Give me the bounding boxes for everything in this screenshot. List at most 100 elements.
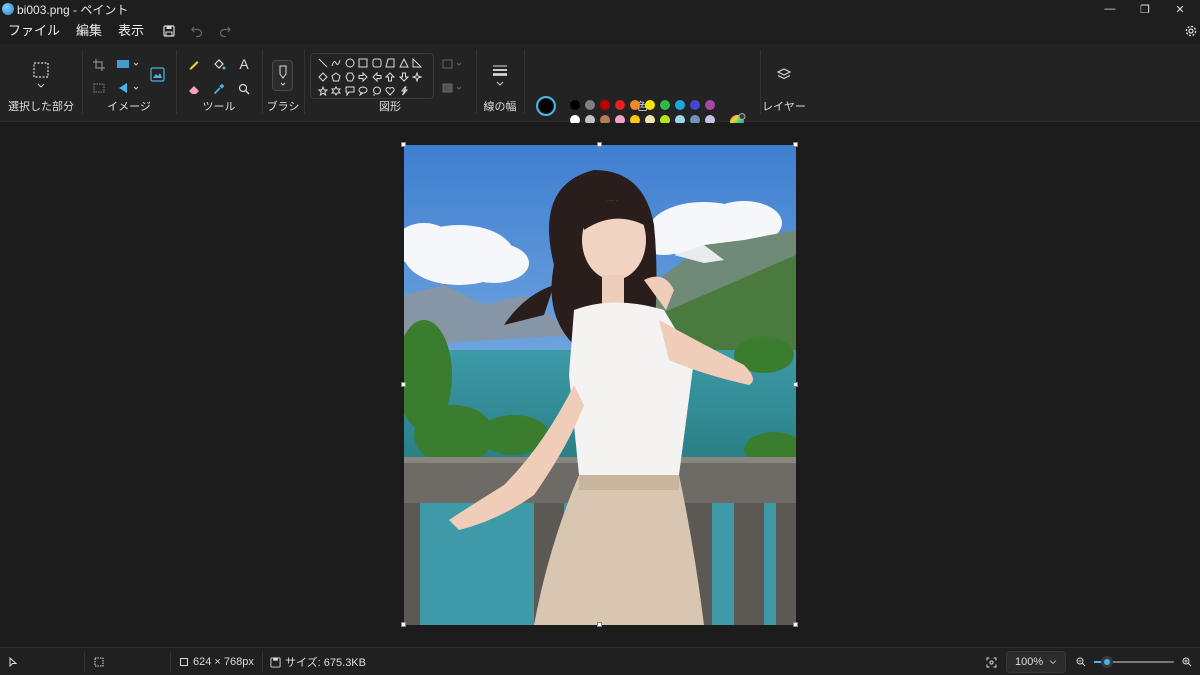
resize-handle-bottom-left[interactable] bbox=[401, 622, 406, 627]
shape-five-point-star[interactable] bbox=[316, 84, 330, 98]
brush-group: ブラシ bbox=[263, 44, 303, 122]
shape-down-arrow[interactable] bbox=[397, 70, 411, 84]
color-swatch[interactable] bbox=[585, 100, 595, 110]
shape-triangle[interactable] bbox=[397, 56, 411, 70]
save-button[interactable] bbox=[158, 20, 180, 42]
zoom-level-dropdown[interactable]: 100% bbox=[1006, 651, 1066, 673]
shape-grid bbox=[316, 56, 424, 98]
layers-button[interactable] bbox=[775, 66, 793, 84]
close-button[interactable]: ✕ bbox=[1162, 0, 1198, 18]
color-swatch[interactable] bbox=[645, 100, 655, 110]
zoom-out-icon bbox=[1076, 657, 1086, 667]
zoom-in-icon bbox=[1182, 657, 1192, 667]
undo-button[interactable] bbox=[186, 20, 208, 42]
rounded-callout-icon bbox=[345, 86, 355, 96]
restore-button[interactable]: ❐ bbox=[1127, 0, 1163, 18]
shape-line[interactable] bbox=[316, 56, 330, 70]
menu-file[interactable]: ファイル bbox=[0, 18, 68, 44]
right-triangle-icon bbox=[412, 58, 423, 68]
shape-up-arrow[interactable] bbox=[384, 70, 398, 84]
hexagon-icon bbox=[345, 72, 355, 82]
zoom-in-button[interactable] bbox=[1182, 648, 1192, 675]
shape-six-point-star[interactable] bbox=[330, 84, 344, 98]
resize-handle-bottom[interactable] bbox=[597, 622, 602, 627]
cursor-position bbox=[8, 648, 18, 675]
primary-color-button[interactable] bbox=[536, 96, 556, 116]
cloud-callout-icon bbox=[372, 86, 381, 96]
drawing-canvas[interactable] bbox=[404, 145, 796, 625]
color-swatch[interactable] bbox=[660, 100, 670, 110]
minimize-icon: — bbox=[1104, 3, 1116, 15]
shape-curve[interactable] bbox=[330, 56, 344, 70]
shape-fill-button[interactable] bbox=[442, 81, 464, 95]
settings-button[interactable] bbox=[1180, 20, 1200, 42]
color-swatch[interactable] bbox=[675, 100, 685, 110]
magnifier-button[interactable] bbox=[236, 81, 252, 97]
color-swatch[interactable] bbox=[690, 100, 700, 110]
redo-button[interactable] bbox=[214, 20, 236, 42]
eraser-tool-button[interactable] bbox=[186, 81, 202, 97]
shape-hexagon[interactable] bbox=[343, 70, 357, 84]
background-removal-button[interactable] bbox=[92, 81, 106, 95]
fit-to-window-button[interactable] bbox=[986, 648, 997, 675]
zoom-out-button[interactable] bbox=[1076, 648, 1086, 675]
menu-view[interactable]: 表示 bbox=[110, 18, 152, 44]
color-swatch[interactable] bbox=[615, 100, 625, 110]
ribbon-toolbar: 選択した部分 イメージ A ツール ブラシ 図形 線の幅 色 レイヤー bbox=[0, 44, 1200, 140]
color-swatch[interactable] bbox=[630, 100, 640, 110]
shape-outline-icon bbox=[442, 59, 462, 69]
menu-edit[interactable]: 編集 bbox=[68, 18, 110, 44]
color-swatch[interactable] bbox=[570, 100, 580, 110]
text-tool-button[interactable]: A bbox=[236, 55, 252, 73]
paint-app-icon bbox=[2, 3, 14, 15]
right-arrow-icon bbox=[358, 72, 368, 82]
redo-icon bbox=[219, 26, 231, 37]
select-button[interactable] bbox=[30, 60, 52, 90]
shape-pentagon[interactable] bbox=[330, 70, 344, 84]
shape-cloud-callout[interactable] bbox=[370, 84, 384, 98]
image-edit-button[interactable] bbox=[149, 66, 165, 82]
five-point-star-icon bbox=[317, 86, 328, 96]
rotate-button[interactable] bbox=[115, 81, 141, 95]
selection-size bbox=[94, 648, 104, 675]
resize-handle-bottom-right[interactable] bbox=[793, 622, 798, 627]
fill-tool-button[interactable] bbox=[211, 56, 227, 72]
resize-handle-top[interactable] bbox=[597, 142, 602, 147]
layers-icon bbox=[776, 68, 792, 80]
shapes-group-label: 図形 bbox=[379, 101, 401, 113]
color-picker-button[interactable] bbox=[211, 81, 227, 97]
shape-rounded-rectangle[interactable] bbox=[370, 56, 384, 70]
pencil-tool-button[interactable] bbox=[186, 56, 202, 72]
resize-button[interactable] bbox=[115, 57, 141, 71]
shape-right-arrow[interactable] bbox=[357, 70, 371, 84]
stroke-width-button[interactable] bbox=[489, 62, 511, 88]
resize-handle-top-left[interactable] bbox=[401, 142, 406, 147]
canvas-dimensions: 624 × 768px bbox=[179, 648, 254, 675]
color-swatch[interactable] bbox=[705, 100, 715, 110]
minimize-button[interactable]: — bbox=[1092, 0, 1128, 18]
shape-left-arrow[interactable] bbox=[370, 70, 384, 84]
shape-outline-button[interactable] bbox=[442, 57, 464, 71]
layers-group-label: レイヤー bbox=[762, 101, 806, 113]
shape-right-triangle[interactable] bbox=[411, 56, 425, 70]
crop-button[interactable] bbox=[92, 58, 106, 72]
resize-handle-right[interactable] bbox=[793, 382, 798, 387]
brush-button[interactable] bbox=[272, 60, 293, 91]
line-icon bbox=[318, 58, 328, 68]
shape-oval[interactable] bbox=[343, 56, 357, 70]
triangle-icon bbox=[398, 58, 409, 68]
shape-rounded-callout[interactable] bbox=[343, 84, 357, 98]
zoom-slider-thumb[interactable] bbox=[1100, 656, 1113, 668]
resize-handle-top-right[interactable] bbox=[793, 142, 798, 147]
shape-oval-callout[interactable] bbox=[357, 84, 371, 98]
crop-icon bbox=[93, 59, 105, 71]
shape-lightning[interactable] bbox=[397, 84, 411, 98]
shape-four-point-star[interactable] bbox=[411, 70, 425, 84]
color-swatch[interactable] bbox=[600, 100, 610, 110]
shape-diamond[interactable] bbox=[316, 70, 330, 84]
fit-to-window-icon bbox=[986, 657, 997, 667]
shape-polygon[interactable] bbox=[384, 56, 398, 70]
shape-heart[interactable] bbox=[384, 84, 398, 98]
resize-handle-left[interactable] bbox=[401, 382, 406, 387]
shape-rectangle[interactable] bbox=[357, 56, 371, 70]
